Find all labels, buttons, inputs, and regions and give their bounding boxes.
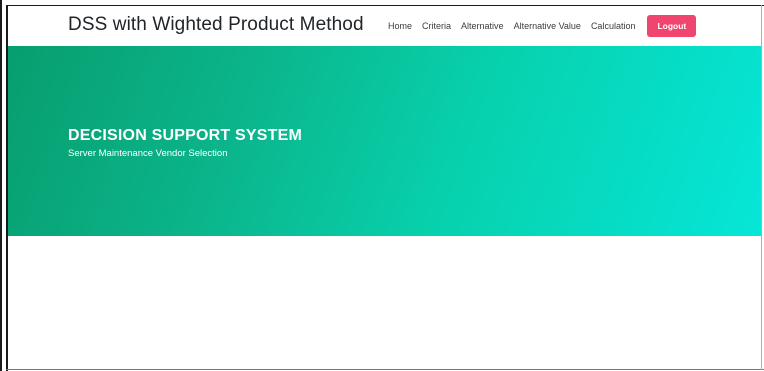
nav-link-alternative-value[interactable]: Alternative Value (514, 21, 581, 31)
nav-link-calculation[interactable]: Calculation (591, 21, 636, 31)
nav-link-alternative[interactable]: Alternative (461, 21, 504, 31)
navbar: DSS with Wighted Product Method Home Cri… (8, 6, 761, 46)
nav-links: Home Criteria Alternative Alternative Va… (388, 6, 697, 46)
frame-border-right (761, 5, 762, 370)
hero-banner: DECISION SUPPORT SYSTEM Server Maintenan… (8, 46, 761, 236)
page: DSS with Wighted Product Method Home Cri… (8, 6, 761, 369)
frame-border-left-outer (0, 0, 2, 371)
frame-border-bottom (6, 369, 764, 370)
hero-title: DECISION SUPPORT SYSTEM (68, 127, 302, 144)
hero-subtitle: Server Maintenance Vendor Selection (68, 148, 228, 159)
nav-link-home[interactable]: Home (388, 21, 412, 31)
navbar-brand[interactable]: DSS with Wighted Product Method (68, 14, 364, 36)
window-frame: DSS with Wighted Product Method Home Cri… (0, 0, 764, 371)
nav-link-criteria[interactable]: Criteria (422, 21, 451, 31)
logout-button[interactable]: Logout (647, 15, 697, 37)
